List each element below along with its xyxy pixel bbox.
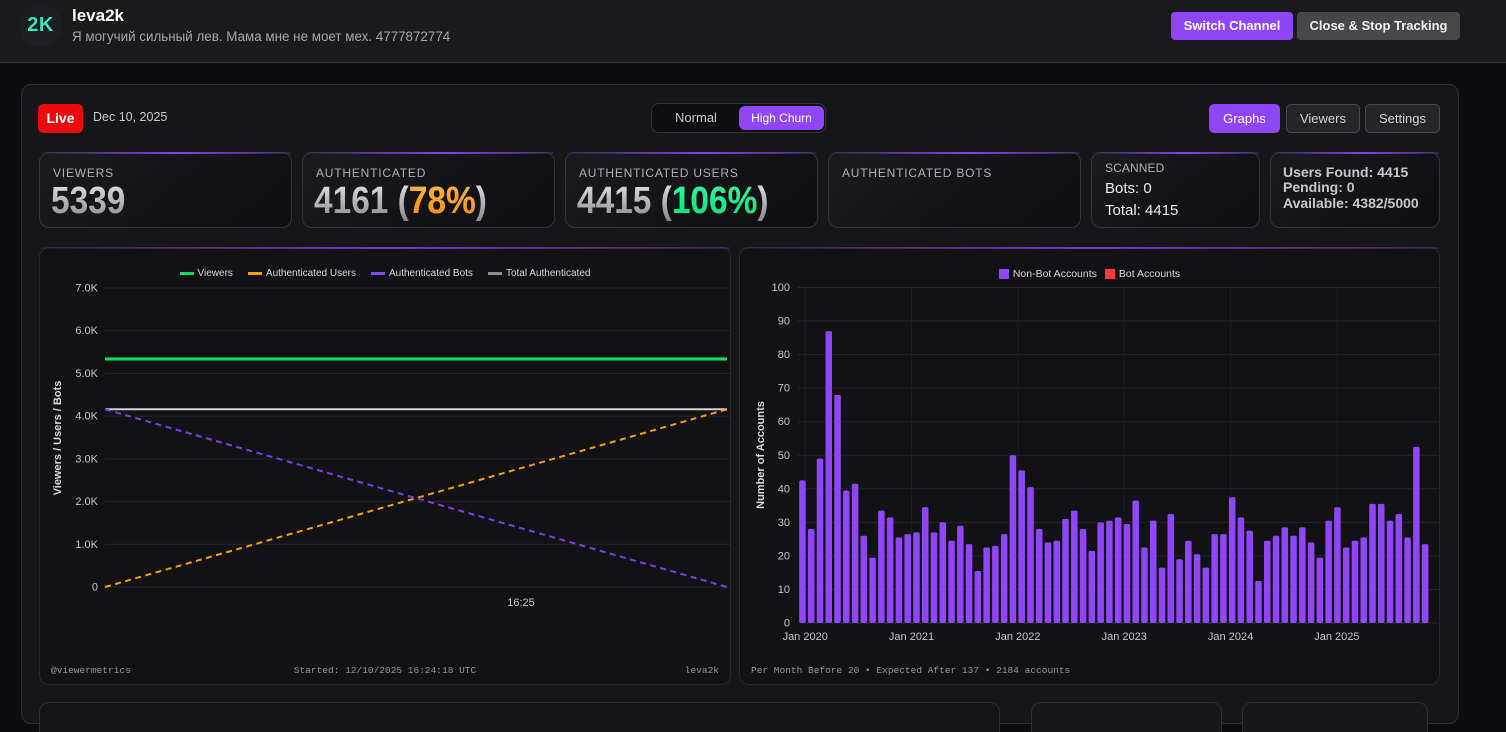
svg-text:16:25: 16:25 — [507, 597, 535, 609]
svg-text:Viewers / Users / Bots: Viewers / Users / Bots — [52, 381, 64, 496]
svg-text:Jan 2022: Jan 2022 — [995, 631, 1040, 643]
svg-text:3.0K: 3.0K — [75, 453, 98, 465]
svg-text:Jan 2023: Jan 2023 — [1102, 631, 1147, 643]
svg-text:5.0K: 5.0K — [75, 368, 98, 380]
svg-text:2.0K: 2.0K — [75, 496, 98, 508]
svg-text:80: 80 — [778, 349, 790, 361]
svg-text:Jan 2024: Jan 2024 — [1208, 631, 1253, 643]
svg-text:50: 50 — [778, 450, 790, 462]
svg-text:Number of Accounts: Number of Accounts — [755, 401, 767, 509]
svg-text:70: 70 — [778, 383, 790, 395]
svg-text:40: 40 — [778, 483, 790, 495]
svg-text:60: 60 — [778, 416, 790, 428]
svg-text:4.0K: 4.0K — [75, 411, 98, 423]
svg-text:90: 90 — [778, 316, 790, 328]
svg-text:20: 20 — [778, 550, 790, 562]
svg-text:7.0K: 7.0K — [75, 283, 98, 295]
svg-text:10: 10 — [778, 584, 790, 596]
svg-text:6.0K: 6.0K — [75, 325, 98, 337]
svg-text:0: 0 — [784, 618, 790, 630]
svg-text:Jan 2025: Jan 2025 — [1314, 631, 1359, 643]
svg-text:1.0K: 1.0K — [75, 539, 98, 551]
svg-text:0: 0 — [92, 582, 98, 594]
svg-text:100: 100 — [772, 282, 790, 294]
svg-text:30: 30 — [778, 517, 790, 529]
svg-text:Jan 2021: Jan 2021 — [889, 631, 934, 643]
svg-text:Jan 2020: Jan 2020 — [783, 631, 828, 643]
